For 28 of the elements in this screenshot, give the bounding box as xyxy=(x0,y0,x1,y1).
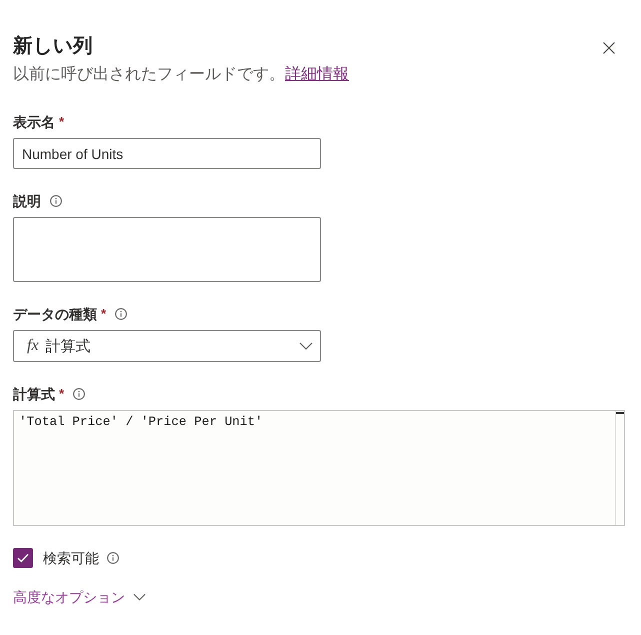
close-icon xyxy=(603,42,615,54)
dropdown-value: 計算式 xyxy=(46,336,91,356)
description-textarea[interactable] xyxy=(13,217,321,282)
check-icon xyxy=(17,553,29,563)
field-label: 表示名 xyxy=(13,113,55,132)
required-mark: * xyxy=(101,305,106,323)
info-icon[interactable] xyxy=(73,388,86,400)
checkbox[interactable] xyxy=(13,548,33,568)
formula-text: 'Total Price' / 'Price Per Unit' xyxy=(18,413,264,431)
advanced-options-link[interactable]: 高度なオプション xyxy=(13,587,146,607)
type-dropdown[interactable]: fx 計算式 xyxy=(13,330,321,362)
info-icon[interactable] xyxy=(107,552,119,564)
text-input[interactable]: Number of Units xyxy=(13,138,321,169)
field-label: 説明 xyxy=(13,192,41,211)
fx-icon: fx xyxy=(27,337,39,355)
field-label: 計算式 xyxy=(13,385,55,404)
info-icon[interactable] xyxy=(115,308,128,320)
field-label: データの種類 xyxy=(13,305,97,324)
required-mark: * xyxy=(59,385,64,403)
subtitle-text: 以前に呼び出されたフィールドです。詳細情報 xyxy=(13,64,349,85)
scrollbar[interactable] xyxy=(615,411,624,525)
panel-title: 新しい列 xyxy=(13,34,93,59)
checkbox-label: 検索可能 xyxy=(43,549,99,568)
required-mark: * xyxy=(59,113,64,131)
formula-editor[interactable]: 'Total Price' / 'Price Per Unit' xyxy=(13,410,625,526)
info-icon[interactable] xyxy=(50,195,62,207)
learn-more-link[interactable]: 詳細情報 xyxy=(285,66,349,83)
chevron-down-icon xyxy=(299,342,313,350)
